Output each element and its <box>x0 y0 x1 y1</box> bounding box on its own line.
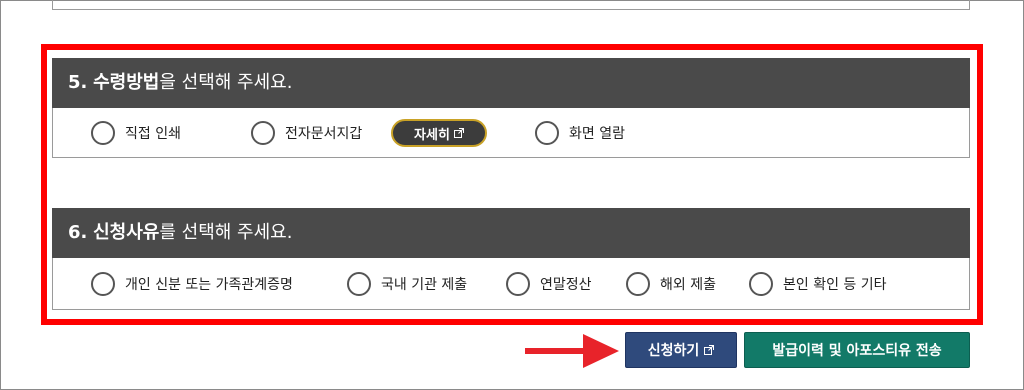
option-label: 본인 확인 등 기타 <box>783 276 887 293</box>
section-number: 6. <box>68 222 88 243</box>
history-button-label: 발급이력 및 아포스티유 전송 <box>772 343 942 359</box>
radio-circle[interactable] <box>251 120 275 145</box>
radio-circle[interactable] <box>506 271 530 296</box>
option-label: 전자문서지갑 <box>285 125 363 142</box>
detail-button[interactable]: 자세히 <box>391 119 487 147</box>
option-label: 직접 인쇄 <box>125 125 181 142</box>
radio-circle[interactable] <box>347 271 371 296</box>
radio-circle[interactable] <box>626 271 650 296</box>
external-link-icon <box>453 128 464 138</box>
option-label: 해외 제출 <box>660 276 716 293</box>
section-title-rest: 를 선택해 주세요. <box>159 222 293 243</box>
radio-circle[interactable] <box>749 271 773 296</box>
option-year-end-tax[interactable]: 연말정산 <box>506 258 592 309</box>
option-domestic-submission[interactable]: 국내 기관 제출 <box>347 258 467 309</box>
apply-button-label: 신청하기 <box>647 343 700 359</box>
option-screen-view[interactable]: 화면 열람 <box>535 108 625 157</box>
section-title-strong: 신청사유 <box>93 222 160 243</box>
receive-method-header: 5. 수령방법을 선택해 주세요. <box>52 58 970 108</box>
reason-header: 6. 신청사유를 선택해 주세요. <box>52 208 970 258</box>
issue-history-apostille-button[interactable]: 발급이력 및 아포스티유 전송 <box>744 332 970 368</box>
radio-circle[interactable] <box>91 120 115 145</box>
receive-method-options: 직접 인쇄 전자문서지갑 자세히 화면 열람 <box>52 108 970 158</box>
option-e-wallet[interactable]: 전자문서지갑 <box>251 108 362 157</box>
previous-section-box <box>52 0 970 10</box>
reason-section: 6. 신청사유를 선택해 주세요. 개인 신분 또는 가족관계증명 국내 기관 … <box>52 208 970 310</box>
receive-method-section: 5. 수령방법을 선택해 주세요. 직접 인쇄 전자문서지갑 자세히 화면 열람 <box>52 58 970 158</box>
section-title-strong: 수령방법 <box>93 72 160 93</box>
option-label: 연말정산 <box>540 276 592 293</box>
arrow-right-icon <box>525 334 619 368</box>
option-family-relation[interactable]: 개인 신분 또는 가족관계증명 <box>91 258 293 309</box>
option-label: 개인 신분 또는 가족관계증명 <box>125 276 293 293</box>
external-link-icon <box>704 345 715 355</box>
section-number: 5. <box>68 72 88 93</box>
option-label: 화면 열람 <box>569 125 625 142</box>
radio-circle[interactable] <box>91 271 115 296</box>
option-identity-other[interactable]: 본인 확인 등 기타 <box>749 258 887 309</box>
option-overseas-submission[interactable]: 해외 제출 <box>626 258 716 309</box>
radio-circle[interactable] <box>535 120 559 145</box>
section-title-rest: 을 선택해 주세요. <box>159 72 293 93</box>
option-direct-print[interactable]: 직접 인쇄 <box>91 108 181 157</box>
detail-button-label: 자세히 <box>414 127 450 143</box>
apply-button[interactable]: 신청하기 <box>625 332 737 368</box>
option-label: 국내 기관 제출 <box>381 276 468 293</box>
reason-options: 개인 신분 또는 가족관계증명 국내 기관 제출 연말정산 해외 제출 본인 확… <box>52 258 970 310</box>
